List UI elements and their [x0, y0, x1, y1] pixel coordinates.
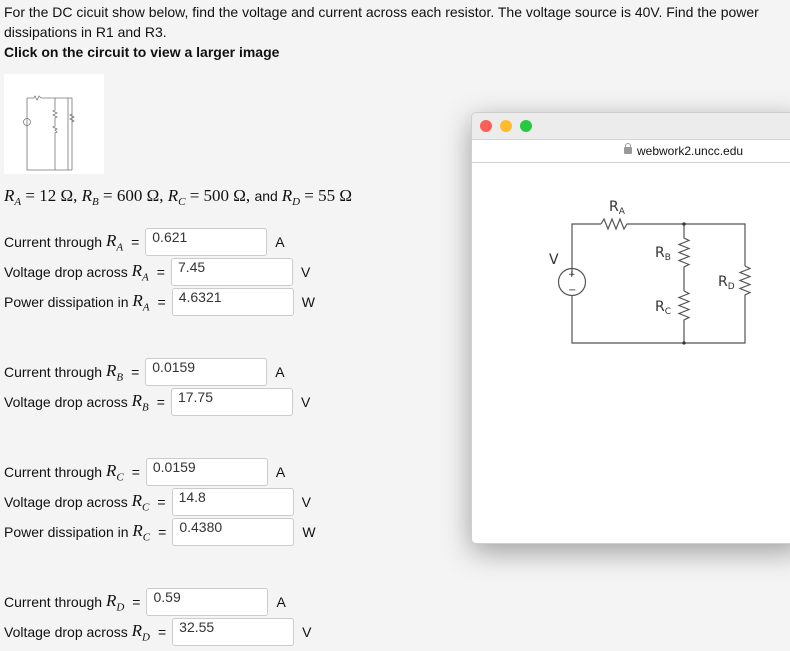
answer-input[interactable]: 14.8 [171, 488, 294, 516]
plus-sign: + [568, 270, 576, 280]
equals-sign: = [157, 494, 166, 510]
equals-sign: = [156, 264, 165, 280]
address-bar[interactable]: webwork2.uncc.edu [472, 140, 790, 163]
resistor-symbol: RA [131, 260, 149, 284]
and-text: and [254, 188, 282, 204]
row-label: Voltage drop across [4, 264, 128, 280]
label-rd: RD [718, 274, 735, 292]
unit-label: A [275, 464, 286, 480]
equals-sign: = [156, 394, 165, 410]
resistor-symbol: RC [105, 460, 124, 484]
row-label: Current through [4, 234, 103, 250]
label-rb: RB [655, 245, 671, 263]
resistor-symbol: RD [131, 620, 150, 644]
minus-sign: − [568, 285, 576, 296]
problem-statement: For the DC cicuit show below, find the v… [4, 2, 784, 62]
answer-row: Voltage drop across RA = 7.45 V [4, 258, 321, 286]
row-label: Voltage drop across [4, 494, 128, 510]
label-rc: RC [655, 299, 671, 317]
answer-input[interactable]: 0.621 [145, 228, 268, 256]
label-ra: RA [609, 199, 626, 217]
resistor-rb [677, 224, 691, 291]
title-bar [472, 113, 790, 140]
resistor-symbol: RA [132, 290, 150, 314]
answer-input[interactable]: 0.0159 [145, 358, 268, 386]
row-label: Current through [4, 464, 103, 480]
row-label: Current through [4, 594, 103, 610]
popup-window: webwork2.uncc.edu + − V RA RB RC RD [471, 112, 790, 544]
resistor-symbol: RD [105, 590, 125, 614]
row-label: Voltage drop across [4, 624, 128, 640]
unit-label: A [276, 594, 286, 610]
answer-row: Voltage drop across RB = 17.75 V [4, 388, 321, 416]
label-v: V [549, 252, 559, 268]
minimize-button[interactable] [500, 120, 512, 132]
unit-label: V [300, 394, 311, 410]
ra-value: = 12 Ω, [21, 186, 82, 205]
resistor-values: RA = 12 Ω, RB = 600 Ω, RC = 500 Ω, and R… [4, 186, 352, 208]
rd-sub: D [292, 195, 301, 208]
answer-row: Current through RA = 0.621 A [4, 228, 295, 256]
rc-value: = 500 Ω, [185, 186, 255, 205]
rb-sub: B [92, 195, 99, 208]
row-label: Power dissipation in [4, 524, 129, 540]
ra-symbol: R [4, 186, 15, 205]
answer-input[interactable]: 0.59 [146, 588, 269, 616]
equals-sign: = [131, 234, 140, 250]
equals-sign: = [158, 524, 167, 540]
rd-symbol: R [281, 186, 293, 205]
maximize-button[interactable] [520, 120, 532, 132]
answer-input[interactable]: 0.0159 [145, 458, 268, 486]
equals-sign: = [132, 594, 141, 610]
rb-symbol: R [81, 186, 92, 205]
close-button[interactable] [480, 120, 492, 132]
equals-sign: = [131, 364, 140, 380]
answer-row: Power dissipation in RA = 4.6321 W [4, 288, 322, 316]
answer-input[interactable]: 7.45 [170, 258, 293, 286]
wire-top-right [684, 223, 746, 266]
resistor-ra [600, 217, 684, 231]
lock-icon [624, 143, 632, 154]
wire-top-left [571, 223, 601, 276]
unit-label: A [275, 234, 285, 250]
unit-label: W [301, 294, 315, 310]
rc-symbol: R [167, 186, 179, 205]
url-text: webwork2.uncc.edu [637, 144, 744, 158]
equals-sign: = [157, 294, 166, 310]
unit-label: V [302, 624, 312, 640]
resistor-symbol: RB [105, 360, 124, 384]
answer-input[interactable]: 17.75 [170, 388, 293, 416]
answer-row: Voltage drop across RC = 14.8 V [4, 488, 322, 516]
answer-row: Current through RD = 0.59 A [4, 588, 296, 616]
answer-row: Power dissipation in RC = 0.4380 W [4, 518, 322, 546]
unit-label: A [275, 364, 285, 380]
click-hint: Click on the circuit to view a larger im… [4, 44, 280, 60]
unit-label: W [302, 524, 316, 540]
resistor-symbol: RB [131, 390, 149, 414]
answer-input[interactable]: 4.6321 [171, 288, 294, 316]
unit-label: V [301, 494, 311, 510]
answer-row: Current through RB = 0.0159 A [4, 358, 295, 386]
resistor-symbol: RC [131, 490, 150, 514]
row-label: Voltage drop across [4, 394, 128, 410]
rb-value: = 600 Ω, [98, 186, 168, 205]
unit-label: V [300, 264, 311, 280]
circuit-thumbnail-icon [23, 95, 75, 171]
answer-row: Voltage drop across RD = 32.55 V [4, 618, 322, 646]
resistor-symbol: RC [132, 520, 151, 544]
rd-value: = 55 Ω [300, 186, 353, 205]
circuit-thumbnail[interactable] [4, 74, 104, 174]
equals-sign: = [157, 624, 167, 640]
answer-row: Current through RC = 0.0159 A [4, 458, 296, 486]
equals-sign: = [131, 464, 140, 480]
circuit-diagram: + − V RA RB RC RD [549, 199, 752, 345]
resistor-rc [677, 290, 691, 343]
answer-input[interactable]: 32.55 [172, 618, 295, 646]
answer-input[interactable]: 0.4380 [172, 518, 295, 546]
row-label: Power dissipation in [4, 294, 129, 310]
resistor-symbol: RA [105, 230, 124, 254]
problem-text: For the DC cicuit show below, find the v… [4, 4, 759, 40]
row-label: Current through [4, 364, 103, 380]
